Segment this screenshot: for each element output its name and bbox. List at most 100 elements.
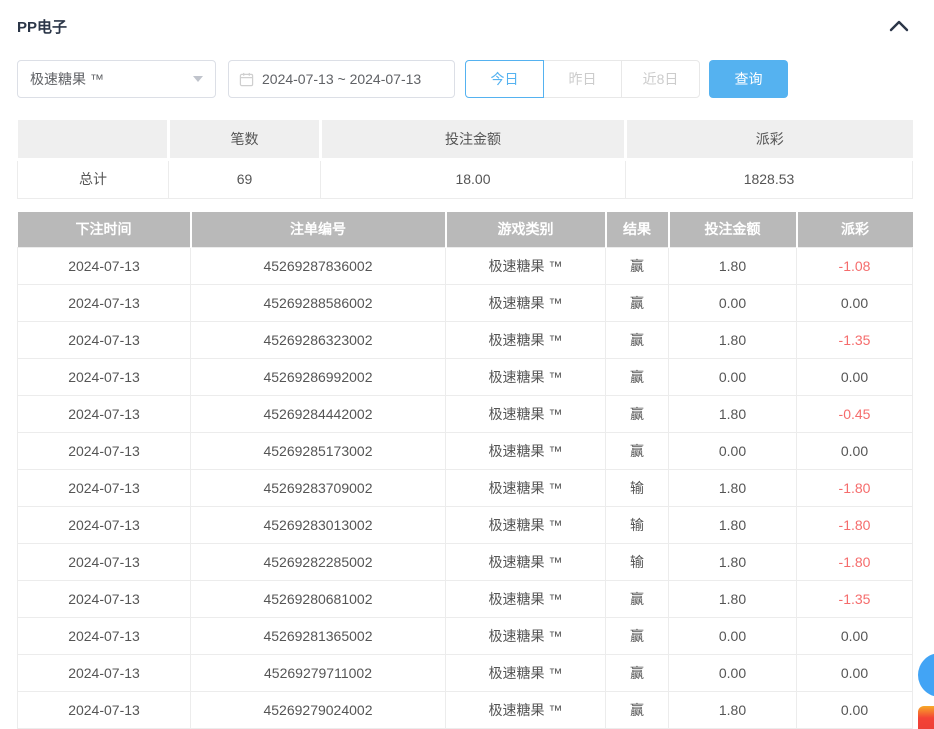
bet-id-cell: 45269286992002 <box>191 359 446 396</box>
game-type-cell: 极速糖果 ™ <box>446 470 606 507</box>
game-type-cell: 极速糖果 ™ <box>446 692 606 729</box>
summary-header-count: 笔数 <box>169 120 321 159</box>
summary-header-payout: 派彩 <box>626 120 913 159</box>
game-type-cell: 极速糖果 ™ <box>446 544 606 581</box>
bet-amount-cell: 1.80 <box>669 581 797 618</box>
bet-id-cell: 45269282285002 <box>191 544 446 581</box>
date-range-value: 2024-07-13 ~ 2024-07-13 <box>262 71 421 87</box>
quick-date-group: 今日 昨日 近8日 <box>465 60 700 98</box>
calendar-icon <box>239 72 254 87</box>
table-row: 2024-07-13 45269282285002 极速糖果 ™ 输 1.80 … <box>18 544 913 581</box>
game-type-cell: 极速糖果 ™ <box>446 507 606 544</box>
table-row: 2024-07-13 45269285173002 极速糖果 ™ 赢 0.00 … <box>18 433 913 470</box>
result-cell: 赢 <box>606 322 669 359</box>
col-header-bet-time: 下注时间 <box>18 212 191 248</box>
table-row: 2024-07-13 45269279024002 极速糖果 ™ 赢 1.80 … <box>18 692 913 729</box>
bet-table: 下注时间 注单编号 游戏类别 结果 投注金额 派彩 2024-07-13 452… <box>17 212 913 729</box>
bet-amount-cell: 0.00 <box>669 655 797 692</box>
bet-amount-cell: 0.00 <box>669 433 797 470</box>
bet-time-cell: 2024-07-13 <box>18 618 191 655</box>
bet-time-cell: 2024-07-13 <box>18 359 191 396</box>
game-type-cell: 极速糖果 ™ <box>446 396 606 433</box>
bet-id-cell: 45269279711002 <box>191 655 446 692</box>
result-cell: 赢 <box>606 396 669 433</box>
collapse-button[interactable] <box>886 15 912 37</box>
result-cell: 赢 <box>606 359 669 396</box>
bet-amount-cell: 0.00 <box>669 359 797 396</box>
table-row: 2024-07-13 45269283709002 极速糖果 ™ 输 1.80 … <box>18 470 913 507</box>
table-row: 2024-07-13 45269284442002 极速糖果 ™ 赢 1.80 … <box>18 396 913 433</box>
summary-header-blank <box>18 120 169 159</box>
payout-cell: -1.35 <box>797 322 913 359</box>
summary-total-count: 69 <box>169 159 321 198</box>
bet-table-body: 2024-07-13 45269287836002 极速糖果 ™ 赢 1.80 … <box>18 248 913 729</box>
game-type-cell: 极速糖果 ™ <box>446 433 606 470</box>
bet-id-cell: 45269287836002 <box>191 248 446 285</box>
bet-time-cell: 2024-07-13 <box>18 285 191 322</box>
payout-cell: -1.80 <box>797 507 913 544</box>
bet-amount-cell: 1.80 <box>669 692 797 729</box>
col-header-payout: 派彩 <box>797 212 913 248</box>
bet-id-cell: 45269286323002 <box>191 322 446 359</box>
bet-time-cell: 2024-07-13 <box>18 507 191 544</box>
bet-amount-cell: 1.80 <box>669 248 797 285</box>
table-row: 2024-07-13 45269281365002 极速糖果 ™ 赢 0.00 … <box>18 618 913 655</box>
payout-cell: -1.35 <box>797 581 913 618</box>
last-8-days-button[interactable]: 近8日 <box>621 60 700 98</box>
table-row: 2024-07-13 45269283013002 极速糖果 ™ 输 1.80 … <box>18 507 913 544</box>
summary-table: 笔数 投注金额 派彩 总计 69 18.00 1828.53 <box>17 120 913 199</box>
game-type-cell: 极速糖果 ™ <box>446 248 606 285</box>
yesterday-button[interactable]: 昨日 <box>543 60 622 98</box>
game-type-cell: 极速糖果 ™ <box>446 655 606 692</box>
summary-header-row: 笔数 投注金额 派彩 <box>18 120 913 159</box>
payout-cell: 0.00 <box>797 655 913 692</box>
game-type-cell: 极速糖果 ™ <box>446 618 606 655</box>
date-range-input[interactable]: 2024-07-13 ~ 2024-07-13 <box>228 60 455 98</box>
payout-cell: -0.45 <box>797 396 913 433</box>
payout-cell: -1.80 <box>797 470 913 507</box>
result-cell: 输 <box>606 470 669 507</box>
bet-table-header-row: 下注时间 注单编号 游戏类别 结果 投注金额 派彩 <box>18 212 913 248</box>
chevron-down-icon <box>193 76 203 82</box>
result-cell: 赢 <box>606 433 669 470</box>
bet-id-cell: 45269283709002 <box>191 470 446 507</box>
bet-amount-cell: 0.00 <box>669 618 797 655</box>
bet-amount-cell: 1.80 <box>669 470 797 507</box>
game-type-cell: 极速糖果 ™ <box>446 581 606 618</box>
bet-time-cell: 2024-07-13 <box>18 655 191 692</box>
col-header-result: 结果 <box>606 212 669 248</box>
summary-total-bet-amount: 18.00 <box>321 159 626 198</box>
summary-total-payout: 1828.53 <box>626 159 913 198</box>
pp-electronic-panel: PP电子 极速糖果 ™ 2024-07-13 ~ 2024-07-13 <box>0 0 934 729</box>
bet-time-cell: 2024-07-13 <box>18 470 191 507</box>
bet-time-cell: 2024-07-13 <box>18 544 191 581</box>
bet-time-cell: 2024-07-13 <box>18 692 191 729</box>
result-cell: 赢 <box>606 285 669 322</box>
page-title: PP电子 <box>17 16 67 37</box>
bet-id-cell: 45269280681002 <box>191 581 446 618</box>
payout-cell: 0.00 <box>797 618 913 655</box>
col-header-bet-amount: 投注金额 <box>669 212 797 248</box>
bet-id-cell: 45269279024002 <box>191 692 446 729</box>
bet-amount-cell: 1.80 <box>669 396 797 433</box>
game-select[interactable]: 极速糖果 ™ <box>17 60 216 98</box>
payout-cell: 0.00 <box>797 285 913 322</box>
game-type-cell: 极速糖果 ™ <box>446 322 606 359</box>
bet-id-cell: 45269283013002 <box>191 507 446 544</box>
bet-amount-cell: 1.80 <box>669 507 797 544</box>
bet-time-cell: 2024-07-13 <box>18 396 191 433</box>
payout-cell: 0.00 <box>797 359 913 396</box>
bet-amount-cell: 1.80 <box>669 322 797 359</box>
filter-bar: 极速糖果 ™ 2024-07-13 ~ 2024-07-13 今日 昨日 近8日… <box>17 60 912 98</box>
result-cell: 赢 <box>606 248 669 285</box>
bet-time-cell: 2024-07-13 <box>18 322 191 359</box>
today-button[interactable]: 今日 <box>465 60 544 98</box>
bet-id-cell: 45269284442002 <box>191 396 446 433</box>
table-row: 2024-07-13 45269279711002 极速糖果 ™ 赢 0.00 … <box>18 655 913 692</box>
promo-float-button[interactable] <box>918 706 934 729</box>
bet-amount-cell: 1.80 <box>669 544 797 581</box>
table-row: 2024-07-13 45269287836002 极速糖果 ™ 赢 1.80 … <box>18 248 913 285</box>
bet-id-cell: 45269281365002 <box>191 618 446 655</box>
query-button[interactable]: 查询 <box>709 60 788 98</box>
col-header-bet-id: 注单编号 <box>191 212 446 248</box>
